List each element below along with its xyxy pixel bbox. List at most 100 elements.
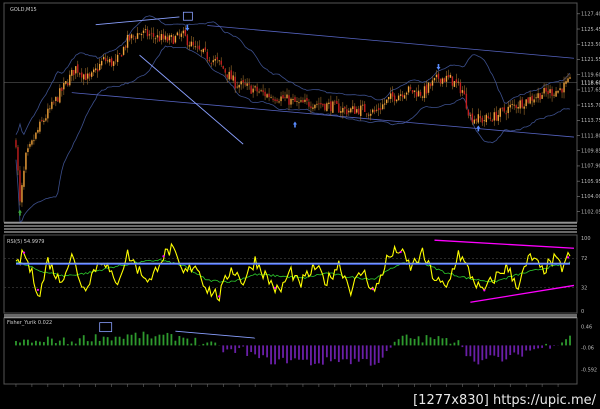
candle-body [112,61,115,66]
candle-body [47,108,49,119]
candle-body [15,140,17,148]
candle-body [409,87,412,89]
candle-body [501,107,503,109]
candle-body [328,102,330,105]
candle-body [240,81,242,85]
candle-body [314,104,316,109]
candle-body [172,36,175,45]
fisher-histogram-bar [206,342,209,346]
fisher-histogram-bar [314,345,316,364]
candle-body [244,83,246,85]
fisher-histogram-bar [23,339,25,346]
candle-body [437,73,440,79]
candle-body [523,106,525,109]
candle-body [196,46,199,48]
candle-body [106,60,109,62]
candle-body [445,75,448,82]
candle-body [69,74,71,86]
fisher-histogram-bar [50,338,53,346]
rsi-extreme-dot [483,289,486,292]
candle-body [55,96,57,101]
candle-body [449,74,452,78]
candle-body [300,100,302,102]
candle-body [182,30,185,34]
fisher-histogram-bar [353,345,356,359]
fisher-histogram-bar [170,334,173,346]
candle-body [57,97,59,102]
candle-body [288,95,290,105]
candle-body [49,108,51,110]
candle-body [208,59,210,62]
candle-body [166,36,169,42]
candle-body [79,73,81,75]
candle-body [453,81,456,87]
candle-body [338,103,340,113]
candle-body [98,63,101,71]
candle-body [405,92,408,95]
candle-body [83,74,85,80]
fisher-histogram-bar [250,345,253,353]
candle-body [543,87,545,94]
fisher-histogram-bar [238,345,241,349]
fisher-histogram-bar [46,336,49,346]
y-tick-label: 1111.80 [581,133,600,139]
candle-body [170,35,173,37]
candle-body [280,96,282,102]
candle-body [39,121,41,132]
fisher-histogram-bar [377,345,380,363]
candle-body [342,107,344,113]
candle-body [33,140,35,142]
candle-body [37,129,39,133]
candle-body [87,73,89,79]
fisher-histogram-bar [333,345,336,360]
candle-body [354,106,356,114]
candle-body [152,33,155,37]
fisher-histogram-bar [262,345,264,356]
candle-body [25,152,27,170]
candle-body [539,93,541,100]
candle-body [511,104,513,105]
candle-body [214,58,216,61]
candle-body [433,77,436,81]
candle-body [268,93,270,98]
candle-body [330,101,332,112]
candle-body [266,94,268,98]
candle-body [236,86,238,88]
candle-body [425,84,428,94]
candle-body [242,80,244,83]
candle-body [276,99,278,102]
candle-body [531,95,533,101]
y-tick-label: 1127.40 [581,12,600,18]
fisher-histogram-bar [513,345,516,353]
fisher-histogram-bar [529,345,532,351]
fisher-histogram-bar [421,342,424,346]
candle-body [298,102,300,104]
candle-body [200,50,203,52]
fisher-histogram-bar [38,341,41,346]
candle-body [248,83,250,85]
fisher-histogram-bar [565,339,567,346]
candle-body [270,96,272,98]
fisher-histogram-bar [561,342,563,346]
fisher-histogram-bar [74,343,77,346]
fisher-histogram-bar [246,345,249,356]
candle-body [320,102,322,105]
candle-body [497,114,499,121]
candle-body [61,87,63,91]
fisher-histogram-bar [345,345,348,360]
candle-body [435,74,438,78]
candle-body [71,69,73,76]
candle-body [364,104,366,112]
y-tick-label: 1104.00 [581,194,600,200]
candle-body [447,74,450,78]
fisher-histogram-bar [154,336,157,346]
fisher-histogram-bar [517,345,520,355]
candle-body [174,35,177,43]
candle-body [368,114,370,116]
candle-body [399,94,402,96]
fisher-histogram-bar [114,336,117,346]
candle-body [461,90,464,93]
candle-body [286,94,288,99]
candle-body [122,46,125,55]
fisher-histogram-bar [453,342,456,346]
